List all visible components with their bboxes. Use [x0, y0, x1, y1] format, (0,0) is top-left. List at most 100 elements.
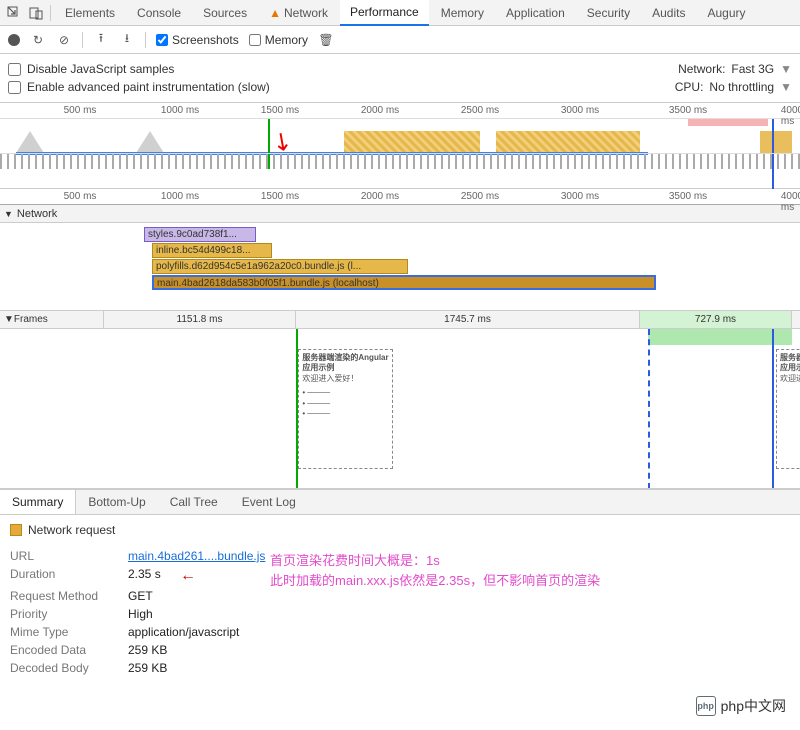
network-value: Fast 3G — [731, 62, 774, 76]
frames-lane[interactable]: 服务器端渲染的Angular应用示例 欢迎进入爱好！ • ────• ────•… — [0, 329, 800, 489]
separator — [145, 32, 146, 48]
network-section-label: Network — [17, 208, 57, 220]
tab-bottomup[interactable]: Bottom-Up — [76, 490, 157, 514]
decoded-value: 259 KB — [128, 661, 167, 675]
separator — [82, 32, 83, 48]
tab-augury[interactable]: Augury — [697, 1, 755, 25]
thumb-title: 服务器端渲染的Angular应用示例 — [302, 353, 389, 374]
network-throttle[interactable]: Network:Fast 3G▼ — [678, 62, 792, 76]
screenshots-checkbox[interactable]: Screenshots — [156, 33, 239, 47]
annotation-line: 此时加载的main.xxx.js依然是2.35s，但不影响首页的渲染 — [270, 571, 600, 591]
tab-memory[interactable]: Memory — [431, 1, 494, 25]
method-value: GET — [128, 589, 153, 603]
enable-paint-input[interactable] — [8, 81, 21, 94]
details-title: Network request — [28, 523, 115, 537]
duration-key: Duration — [10, 567, 120, 585]
devtools-tabstrip: Elements Console Sources ▲Network Perfor… — [0, 0, 800, 26]
disable-js-input[interactable] — [8, 63, 21, 76]
tab-network-label: Network — [284, 6, 328, 20]
overview-shape — [16, 131, 44, 153]
thumb-title: 服务器端渲染的Angular应用示例 — [780, 353, 800, 374]
perf-options: Disable JavaScript samples Network: Fast … — [0, 54, 800, 103]
network-section-header[interactable]: ▼ Network — [0, 205, 800, 223]
record-button[interactable] — [8, 34, 20, 46]
thumb-sub: 欢迎进入爱好！ — [302, 374, 389, 384]
chevron-down-icon: ▼ — [780, 80, 792, 94]
network-request-bar[interactable]: styles.9c0ad738f1... — [144, 227, 256, 242]
frame-time: 1745.7 ms — [296, 311, 640, 328]
tab-calltree[interactable]: Call Tree — [158, 490, 230, 514]
enable-paint-label: Enable advanced paint instrumentation (s… — [27, 80, 270, 94]
save-profile-icon[interactable]: ⭳ — [119, 32, 135, 48]
cpu-throttle[interactable]: CPU: No throttling ▼ — [675, 80, 792, 94]
tab-performance[interactable]: Performance — [340, 0, 429, 26]
user-annotation: 首页渲染花费时间大概是：1s 此时加载的main.xxx.js依然是2.35s，… — [270, 551, 600, 590]
annotation-arrow-icon: ← — [180, 567, 196, 585]
cpu-value: No throttling — [709, 80, 774, 94]
frame-dashed-line — [648, 329, 650, 489]
decoded-key: Decoded Body — [10, 661, 120, 675]
clear-button[interactable]: ⊘ — [56, 32, 72, 48]
tab-eventlog[interactable]: Event Log — [230, 490, 308, 514]
frames-section-header[interactable]: ▼Frames 1151.8 ms 1745.7 ms 727.9 ms — [0, 311, 800, 329]
watermark: php php中文网 — [696, 696, 786, 716]
frame-green-bar — [648, 329, 792, 345]
overview-activity — [344, 131, 480, 153]
tab-summary[interactable]: Summary — [0, 490, 76, 514]
encoded-value: 259 KB — [128, 643, 167, 657]
watermark-text: php中文网 — [721, 696, 786, 716]
frame-load-line — [772, 329, 774, 489]
frame-time: 1151.8 ms — [104, 311, 296, 328]
duration-value: 2.35 s — [128, 567, 161, 585]
network-request-bar[interactable]: polyfills.d62d954c5e1a962a20c0.bundle.js… — [152, 259, 408, 274]
mime-value: application/javascript — [128, 625, 239, 639]
screenshots-input[interactable] — [156, 34, 168, 46]
tab-network[interactable]: ▲Network — [259, 1, 338, 25]
overview-activity — [496, 131, 640, 153]
tab-audits[interactable]: Audits — [642, 1, 695, 25]
separator — [50, 5, 51, 21]
inspect-icon[interactable] — [4, 3, 24, 23]
method-key: Request Method — [10, 589, 120, 603]
overview-ruler: 500 ms1000 ms1500 ms2000 ms2500 ms3000 m… — [0, 103, 800, 119]
main-ruler: 500 ms1000 ms1500 ms2000 ms2500 ms3000 m… — [0, 189, 800, 205]
priority-value: High — [128, 607, 153, 621]
url-link[interactable]: main.4bad261....bundle.js — [128, 549, 265, 563]
enable-paint-checkbox[interactable]: Enable advanced paint instrumentation (s… — [8, 80, 270, 94]
device-icon[interactable] — [26, 3, 46, 23]
gc-icon[interactable]: 🗑 — [318, 32, 334, 48]
tab-application[interactable]: Application — [496, 1, 575, 25]
mime-key: Mime Type — [10, 625, 120, 639]
screenshots-label: Screenshots — [172, 33, 239, 47]
load-profile-icon[interactable]: ⭱ — [93, 32, 109, 48]
network-color-swatch — [10, 524, 22, 536]
network-lane[interactable]: styles.9c0ad738f1...inline.bc54d499c18..… — [0, 223, 800, 311]
perf-toolbar: ↻ ⊘ ⭱ ⭳ Screenshots Memory 🗑 — [0, 26, 800, 54]
reload-button[interactable]: ↻ — [30, 32, 46, 48]
priority-key: Priority — [10, 607, 120, 621]
overview-screenshots-strip — [0, 153, 800, 169]
network-request-bar[interactable]: inline.bc54d499c18... — [152, 243, 272, 258]
frame-screenshot: 服务器端渲染的Angular应用示例 欢迎进入爱好！ — [776, 349, 800, 469]
memory-input[interactable] — [249, 34, 261, 46]
cpu-label: CPU: — [675, 80, 704, 94]
memory-checkbox[interactable]: Memory — [249, 33, 308, 47]
url-key: URL — [10, 549, 120, 563]
frame-time: 727.9 ms — [640, 311, 792, 328]
collapse-icon: ▼ — [4, 209, 13, 219]
network-label: Network: — [678, 62, 725, 76]
tab-console[interactable]: Console — [127, 1, 191, 25]
tab-security[interactable]: Security — [577, 1, 640, 25]
tab-sources[interactable]: Sources — [193, 1, 257, 25]
disable-js-checkbox[interactable]: Disable JavaScript samples — [8, 62, 174, 76]
network-request-bar[interactable]: main.4bad2618da583b0f05f1.bundle.js (loc… — [152, 275, 656, 290]
overview-long-task — [688, 119, 768, 126]
disable-js-label: Disable JavaScript samples — [27, 62, 174, 76]
timeline-overview[interactable]: 500 ms1000 ms1500 ms2000 ms2500 ms3000 m… — [0, 103, 800, 189]
memory-label: Memory — [265, 33, 308, 47]
details-tabstrip: Summary Bottom-Up Call Tree Event Log — [0, 489, 800, 515]
overview-shape — [136, 131, 164, 153]
encoded-key: Encoded Data — [10, 643, 120, 657]
annotation-line: 首页渲染花费时间大概是：1s — [270, 551, 600, 571]
tab-elements[interactable]: Elements — [55, 1, 125, 25]
